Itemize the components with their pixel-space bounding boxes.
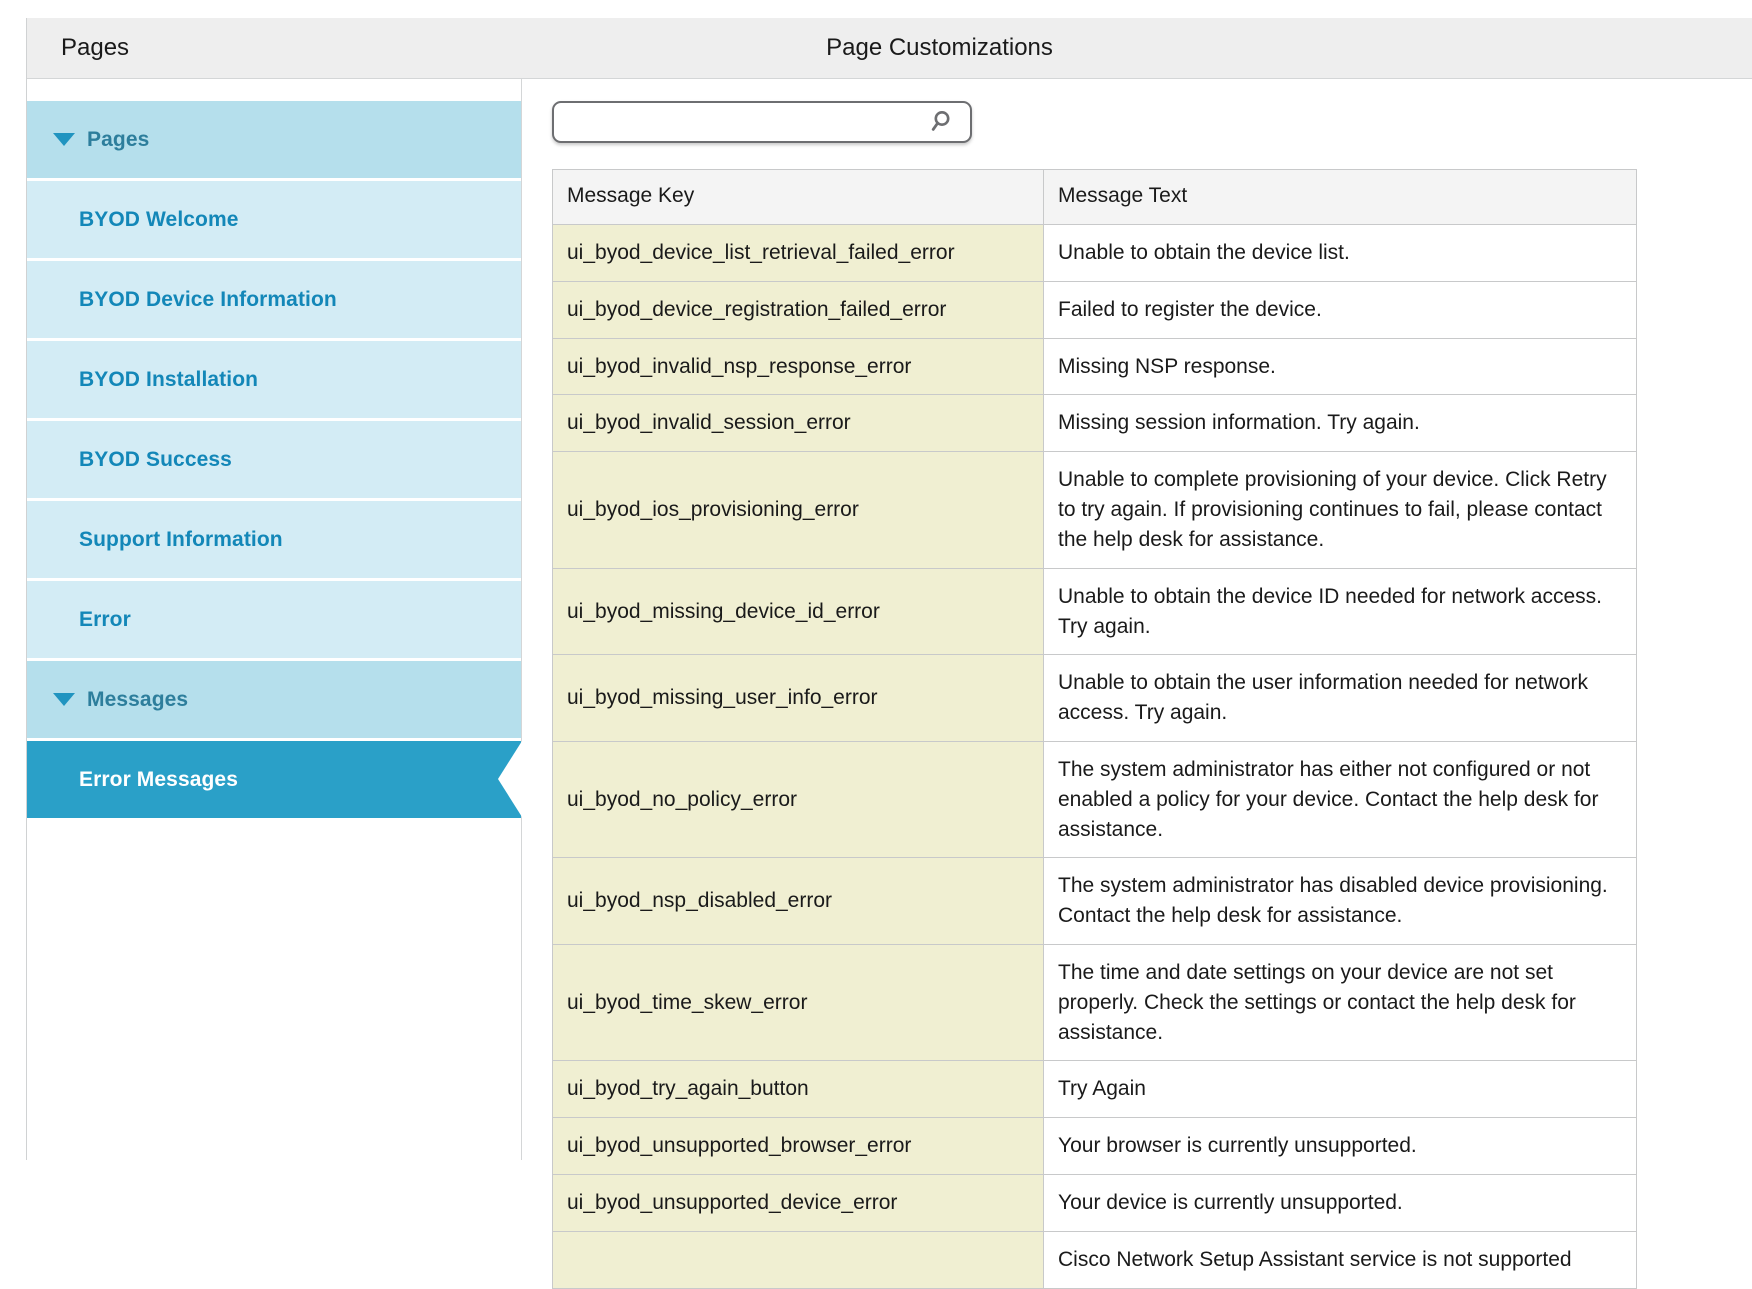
cell-message-key: ui_byod_no_policy_error: [553, 741, 1044, 859]
table-row[interactable]: ui_byod_invalid_session_error Missing se…: [553, 394, 1636, 453]
sidebar-item-byod-success[interactable]: BYOD Success: [27, 421, 521, 498]
search-box[interactable]: [552, 101, 972, 143]
table-row[interactable]: ui_byod_invalid_nsp_response_error Missi…: [553, 338, 1636, 396]
table-row[interactable]: ui_byod_device_registration_failed_error…: [553, 281, 1636, 339]
cell-message-text: The system administrator has either not …: [1043, 741, 1636, 859]
cell-message-text: Your device is currently unsupported.: [1043, 1174, 1636, 1232]
cell-message-text: Your browser is currently unsupported.: [1043, 1117, 1636, 1176]
table-row[interactable]: ui_byod_missing_device_id_error Unable t…: [553, 568, 1636, 656]
sidebar-item-byod-device-information[interactable]: BYOD Device Information: [27, 261, 521, 338]
pages-panel-title: Pages: [61, 34, 130, 61]
cell-message-key: ui_byod_unsupported_device_error: [553, 1174, 1044, 1232]
search-row: [522, 79, 1752, 143]
table-row[interactable]: Cisco Network Setup Assistant service is…: [553, 1231, 1636, 1289]
sidebar-item-byod-installation[interactable]: BYOD Installation: [27, 341, 521, 418]
cell-message-text: Unable to obtain the user information ne…: [1043, 654, 1636, 742]
search-icon[interactable]: [924, 109, 970, 135]
sidebar-group-label: Pages: [87, 127, 150, 151]
table-row[interactable]: ui_byod_no_policy_error The system admin…: [553, 741, 1636, 859]
table-row[interactable]: ui_byod_try_again_button Try Again: [553, 1060, 1636, 1119]
triangle-down-icon[interactable]: [53, 693, 75, 706]
column-header-message-text[interactable]: Message Text: [1043, 170, 1636, 225]
search-input[interactable]: [554, 103, 924, 141]
table-header-row: Message Key Message Text: [553, 170, 1636, 225]
sidebar-nav-list: Pages BYOD Welcome BYOD Device Informati…: [27, 101, 522, 818]
triangle-down-icon[interactable]: [53, 133, 75, 146]
sidebar-item-label: Error Messages: [79, 767, 238, 791]
sidebar-item-error[interactable]: Error: [27, 581, 521, 658]
cell-message-text: Unable to obtain the device list.: [1043, 224, 1636, 282]
cell-message-text: Cisco Network Setup Assistant service is…: [1043, 1231, 1636, 1289]
selected-indicator-notch: [498, 741, 522, 817]
main-panel: Message Key Message Text ui_byod_device_…: [522, 79, 1752, 1289]
sidebar-item-label: BYOD Success: [79, 447, 232, 471]
header-bar: Pages Page Customizations: [27, 18, 1752, 79]
body-split: Pages BYOD Welcome BYOD Device Informati…: [27, 79, 1752, 1289]
table-head: Message Key Message Text: [553, 170, 1636, 225]
sidebar-group-pages[interactable]: Pages: [27, 101, 521, 178]
cell-message-key: ui_byod_invalid_nsp_response_error: [553, 338, 1044, 396]
cell-message-key: ui_byod_missing_user_info_error: [553, 654, 1044, 742]
sidebar-item-label: BYOD Installation: [79, 367, 259, 391]
cell-message-key: ui_byod_device_list_retrieval_failed_err…: [553, 224, 1044, 282]
cell-message-key: ui_byod_missing_device_id_error: [553, 568, 1044, 656]
table-row[interactable]: ui_byod_device_list_retrieval_failed_err…: [553, 224, 1636, 282]
cell-message-key: ui_byod_unsupported_browser_error: [553, 1117, 1044, 1176]
page-title: Page Customizations: [826, 34, 1053, 61]
cell-message-text: Failed to register the device.: [1043, 281, 1636, 339]
sidebar-item-label: Error: [79, 607, 131, 631]
table-row[interactable]: ui_byod_time_skew_error The time and dat…: [553, 944, 1636, 1062]
table-row[interactable]: ui_byod_nsp_disabled_error The system ad…: [553, 857, 1636, 945]
cell-message-key: ui_byod_try_again_button: [553, 1060, 1044, 1119]
message-table-wrap: Message Key Message Text ui_byod_device_…: [552, 169, 1637, 1289]
sidebar: Pages BYOD Welcome BYOD Device Informati…: [27, 79, 522, 1160]
table-row[interactable]: ui_byod_unsupported_device_error Your de…: [553, 1174, 1636, 1232]
cell-message-key: ui_byod_nsp_disabled_error: [553, 857, 1044, 945]
sidebar-item-byod-welcome[interactable]: BYOD Welcome: [27, 181, 521, 258]
table-body: ui_byod_device_list_retrieval_failed_err…: [553, 224, 1636, 1289]
table-row[interactable]: ui_byod_missing_user_info_error Unable t…: [553, 654, 1636, 742]
cell-message-key: ui_byod_device_registration_failed_error: [553, 281, 1044, 339]
cell-message-text: Missing NSP response.: [1043, 338, 1636, 396]
cell-message-key: [553, 1231, 1044, 1289]
sidebar-group-messages[interactable]: Messages: [27, 661, 521, 738]
cell-message-text: The system administrator has disabled de…: [1043, 857, 1636, 945]
cell-message-text: The time and date settings on your devic…: [1043, 944, 1636, 1062]
cell-message-text: Try Again: [1043, 1060, 1636, 1119]
column-header-message-key[interactable]: Message Key: [553, 170, 1044, 225]
cell-message-key: ui_byod_time_skew_error: [553, 944, 1044, 1062]
cell-message-key: ui_byod_ios_provisioning_error: [553, 451, 1044, 569]
table-row[interactable]: ui_byod_unsupported_browser_error Your b…: [553, 1117, 1636, 1176]
table-row[interactable]: ui_byod_ios_provisioning_error Unable to…: [553, 451, 1636, 569]
sidebar-group-label: Messages: [87, 687, 189, 711]
sidebar-item-support-information[interactable]: Support Information: [27, 501, 521, 578]
sidebar-item-label: Support Information: [79, 527, 283, 551]
sidebar-item-error-messages[interactable]: Error Messages: [27, 741, 522, 818]
cell-message-text: Unable to obtain the device ID needed fo…: [1043, 568, 1636, 656]
message-table: Message Key Message Text ui_byod_device_…: [553, 170, 1636, 1289]
cell-message-key: ui_byod_invalid_session_error: [553, 394, 1044, 453]
sidebar-item-label: BYOD Welcome: [79, 207, 239, 231]
cell-message-text: Missing session information. Try again.: [1043, 394, 1636, 453]
sidebar-item-label: BYOD Device Information: [79, 287, 337, 311]
page-customizations-app: Pages Page Customizations Pages BYOD Wel…: [26, 18, 1752, 1289]
cell-message-text: Unable to complete provisioning of your …: [1043, 451, 1636, 569]
